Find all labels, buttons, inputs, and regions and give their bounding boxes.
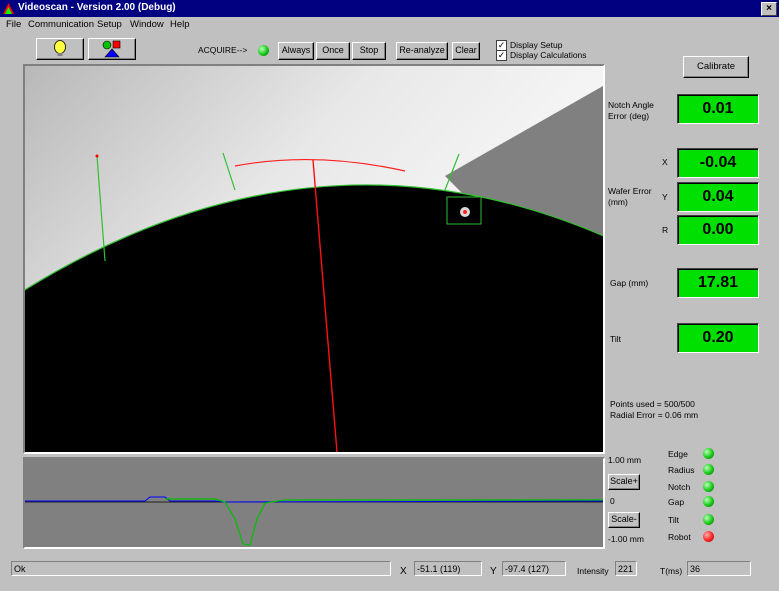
radius-led-label: Radius <box>668 465 695 475</box>
window-title: Videoscan - Version 2.00 (Debug) <box>18 2 176 13</box>
radius-led <box>703 464 714 475</box>
bulb-icon <box>54 40 66 56</box>
notch-angle-readout: 0.01 <box>677 94 759 124</box>
display-mode-button[interactable] <box>88 38 136 60</box>
reanalyze-button[interactable]: Re-analyze <box>396 42 448 60</box>
gap-readout: 17.81 <box>677 268 759 298</box>
robot-led-label: Robot <box>668 532 691 542</box>
profile-graph-frame <box>23 457 605 549</box>
tilt-label: Tilt <box>610 334 622 344</box>
cursor-x-label: X <box>400 566 407 577</box>
acquire-label: ACQUIRE--> <box>198 45 248 55</box>
robot-led <box>703 531 714 542</box>
menu-window[interactable]: Window <box>130 19 164 30</box>
edge-led <box>703 448 714 459</box>
intensity-label: Intensity <box>577 566 609 576</box>
edge-profile-graph <box>25 459 603 547</box>
once-button[interactable]: Once <box>316 42 350 60</box>
cursor-y-value: -97.4 (127) <box>502 561 566 576</box>
display-setup-label: Display Setup <box>510 40 563 50</box>
scale-top-label: 1.00 mm <box>608 455 642 465</box>
gap-led <box>703 496 714 507</box>
title-bar: Videoscan - Version 2.00 (Debug) × <box>0 0 779 17</box>
camera-view-frame <box>23 64 605 454</box>
close-icon[interactable]: × <box>761 2 777 16</box>
points-used-text: Points used = 500/500 <box>610 399 695 409</box>
notch-led <box>703 481 714 492</box>
edge-led-label: Edge <box>668 449 688 459</box>
gap-led-label: Gap <box>668 497 685 507</box>
menu-bar: File Communication Setup Window Help <box>0 17 779 32</box>
wafer-error-label: Wafer Error (mm) <box>608 186 652 207</box>
status-message: Ok <box>11 561 391 576</box>
shapes-icon <box>102 40 121 58</box>
camera-view[interactable] <box>25 66 603 452</box>
radial-error-text: Radial Error = 0.06 mm <box>610 410 699 420</box>
wafer-y-readout: 0.04 <box>677 182 759 212</box>
wafer-r-readout: 0.00 <box>677 215 759 245</box>
display-calculations-checkbox[interactable]: ✓ <box>496 50 507 61</box>
tms-label: T(ms) <box>660 566 683 576</box>
scale-zero-label: 0 <box>610 496 615 506</box>
tilt-led-label: Tilt <box>668 515 680 525</box>
intensity-value: 221 <box>615 561 637 576</box>
notch-angle-label: Notch Angle Error (deg) <box>608 100 654 121</box>
gap-label: Gap (mm) <box>610 278 649 288</box>
calibrate-button[interactable]: Calibrate <box>683 56 749 78</box>
scale-plus-button[interactable]: Scale+ <box>608 474 640 490</box>
notch-led-label: Notch <box>668 482 691 492</box>
cursor-y-label: Y <box>490 566 497 577</box>
scale-minus-button[interactable]: Scale- <box>608 512 640 528</box>
x-label: X <box>662 157 668 167</box>
menu-setup[interactable]: Setup <box>97 19 122 30</box>
tilt-led <box>703 514 714 525</box>
y-label: Y <box>662 192 668 202</box>
acquire-led <box>258 45 269 56</box>
wafer-x-readout: -0.04 <box>677 148 759 178</box>
scale-bottom-label: -1.00 mm <box>608 534 644 544</box>
menu-help[interactable]: Help <box>170 19 190 30</box>
gap-target-center <box>463 210 467 214</box>
always-button[interactable]: Always <box>278 42 314 60</box>
tick-marker <box>95 154 99 158</box>
lamp-button[interactable] <box>36 38 84 60</box>
stop-button[interactable]: Stop <box>352 42 386 60</box>
tms-value: 36 <box>687 561 751 576</box>
menu-communication[interactable]: Communication <box>28 19 94 30</box>
app-icon <box>3 3 14 14</box>
display-calculations-label: Display Calculations <box>510 50 587 60</box>
menu-file[interactable]: File <box>6 19 21 30</box>
tilt-readout: 0.20 <box>677 323 759 353</box>
clear-button[interactable]: Clear <box>452 42 480 60</box>
r-label: R <box>662 225 669 235</box>
cursor-x-value: -51.1 (119) <box>414 561 482 576</box>
